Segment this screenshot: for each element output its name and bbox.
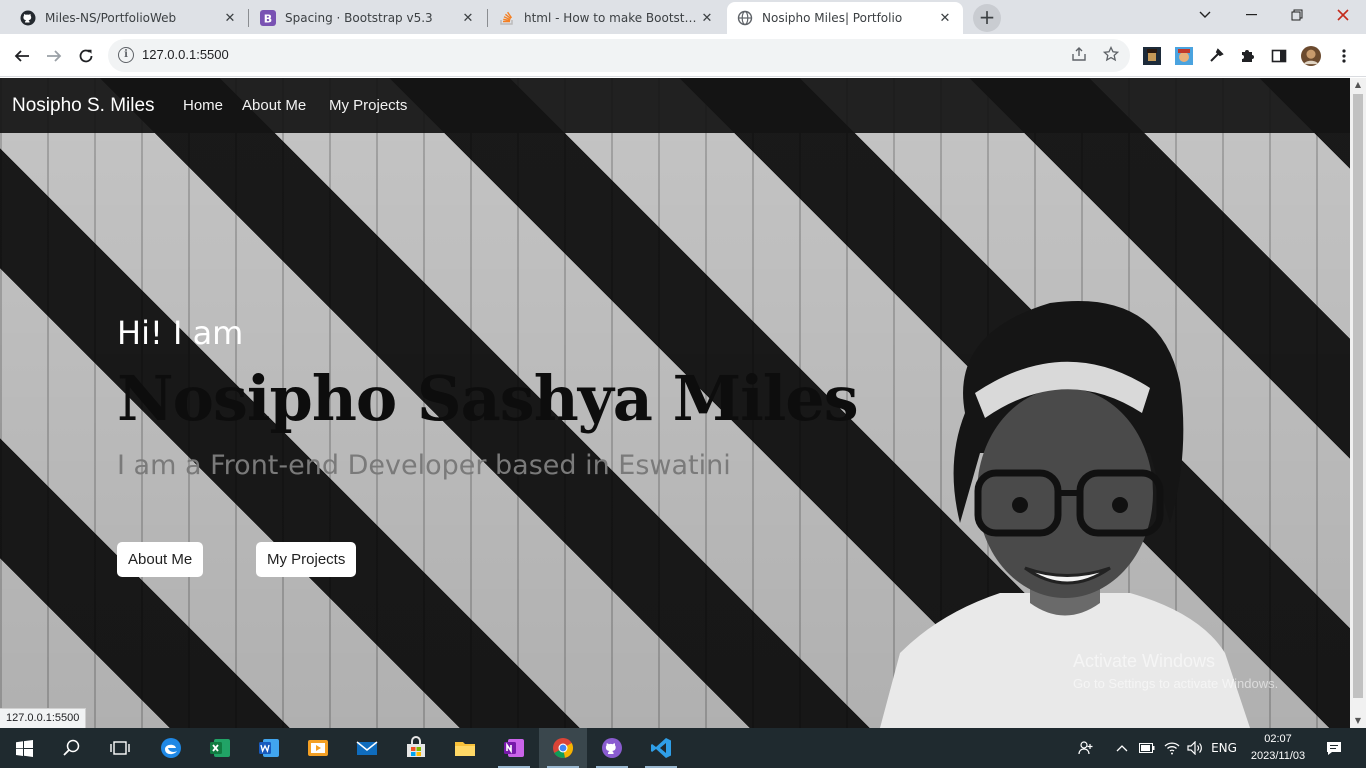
hero-name: Nosipho Sashya Miles — [117, 362, 859, 435]
stackoverflow-icon — [499, 10, 515, 26]
word-icon[interactable] — [245, 728, 293, 768]
site-navbar: Nosipho S. Miles Home About Me My Projec… — [0, 78, 1350, 133]
tray-overflow-chevron-icon[interactable] — [1112, 728, 1132, 768]
search-icon[interactable] — [48, 728, 96, 768]
nav-link-about[interactable]: About Me — [242, 97, 306, 114]
tab-portfolio[interactable]: Nosipho Miles| Portfolio ✕ — [727, 2, 963, 34]
nav-link-home[interactable]: Home — [183, 97, 223, 114]
back-icon[interactable] — [9, 43, 35, 69]
tab-separator — [248, 9, 249, 27]
tab-title: Spacing · Bootstrap v5.3 — [285, 11, 433, 25]
bookmark-star-icon[interactable] — [1102, 45, 1120, 64]
mail-icon[interactable] — [343, 728, 391, 768]
tab-title: Miles-NS/PortfolioWeb — [45, 11, 177, 25]
onenote-icon[interactable] — [490, 728, 538, 768]
close-tab-icon[interactable]: ✕ — [222, 11, 238, 26]
chrome-icon[interactable] — [539, 728, 587, 768]
share-icon[interactable] — [1070, 46, 1088, 64]
file-explorer-icon[interactable] — [441, 728, 489, 768]
scroll-up-icon[interactable]: ▲ — [1350, 78, 1366, 92]
page-scrollbar[interactable]: ▲ ▼ — [1350, 78, 1366, 728]
nav-link-projects[interactable]: My Projects — [329, 97, 407, 114]
status-url-bubble: 127.0.0.1:5500 — [0, 708, 87, 728]
profile-avatar-icon[interactable] — [1301, 46, 1321, 66]
battery-icon[interactable] — [1137, 728, 1157, 768]
task-view-icon[interactable] — [96, 728, 144, 768]
vscode-icon[interactable] — [637, 728, 685, 768]
volume-icon[interactable] — [1185, 728, 1205, 768]
page-viewport: Nosipho S. Miles Home About Me My Projec… — [0, 78, 1350, 728]
close-window-icon[interactable] — [1320, 0, 1366, 30]
clock-time: 02:07 — [1264, 733, 1292, 745]
address-bar[interactable]: i 127.0.0.1:5500 — [108, 39, 1130, 72]
browser-toolbar: i 127.0.0.1:5500 — [0, 34, 1366, 77]
new-tab-button[interactable]: + — [973, 4, 1001, 32]
github-icon — [20, 10, 36, 26]
windows-taskbar: ENG 02:07 2023/11/03 — [0, 728, 1366, 768]
start-icon[interactable] — [0, 728, 48, 768]
minimize-icon[interactable] — [1228, 0, 1274, 30]
restore-icon[interactable] — [1274, 0, 1320, 30]
clock-date: 2023/11/03 — [1250, 750, 1306, 762]
close-tab-icon[interactable]: ✕ — [699, 11, 715, 26]
scrollbar-thumb[interactable] — [1353, 94, 1363, 698]
tab-github[interactable]: Miles-NS/PortfolioWeb ✕ — [10, 2, 248, 34]
forward-icon[interactable] — [41, 43, 67, 69]
tab-bootstrap[interactable]: B Spacing · Bootstrap v5.3 ✕ — [250, 2, 486, 34]
tab-stackoverflow[interactable]: html - How to make Bootstrap c ✕ — [489, 2, 725, 34]
edge-icon[interactable] — [147, 728, 195, 768]
bootstrap-icon: B — [260, 10, 276, 26]
wifi-icon[interactable] — [1162, 728, 1182, 768]
notifications-icon[interactable] — [1320, 728, 1348, 768]
site-info-icon[interactable]: i — [118, 47, 134, 63]
tab-separator — [487, 9, 488, 27]
people-icon[interactable] — [1074, 728, 1098, 768]
scroll-down-icon[interactable]: ▼ — [1350, 714, 1366, 728]
watermark-title: Activate Windows — [1073, 651, 1216, 671]
tab-title: Nosipho Miles| Portfolio — [762, 11, 903, 25]
tab-strip: Miles-NS/PortfolioWeb ✕ B Spacing · Boot… — [0, 0, 1366, 34]
reload-icon[interactable] — [73, 43, 99, 69]
language-indicator[interactable]: ENG — [1208, 728, 1240, 768]
tab-title: html - How to make Bootstrap c — [524, 11, 699, 25]
globe-icon — [737, 10, 753, 26]
activate-windows-watermark: Activate Windows Go to Settings to activ… — [1073, 651, 1278, 691]
media-player-icon[interactable] — [294, 728, 342, 768]
extension-avatar-icon[interactable] — [1142, 46, 1162, 66]
close-tab-icon[interactable]: ✕ — [460, 11, 476, 26]
eyedropper-icon[interactable] — [1206, 46, 1226, 66]
system-clock[interactable]: 02:07 2023/11/03 — [1240, 731, 1316, 765]
chrome-menu-icon[interactable] — [1334, 46, 1354, 66]
svg-text:B: B — [264, 13, 272, 26]
site-brand[interactable]: Nosipho S. Miles — [12, 95, 155, 117]
watermark-subtitle: Go to Settings to activate Windows. — [1073, 676, 1279, 691]
extensions-puzzle-icon[interactable] — [1237, 46, 1257, 66]
store-icon[interactable] — [392, 728, 440, 768]
tab-search-icon[interactable] — [1182, 0, 1228, 30]
about-me-button[interactable]: About Me — [117, 542, 204, 577]
close-tab-icon[interactable]: ✕ — [937, 11, 953, 26]
extension-character-icon[interactable] — [1174, 46, 1194, 66]
hero-tagline: I am a Front-end Developer based in Eswa… — [117, 450, 731, 481]
excel-icon[interactable] — [196, 728, 244, 768]
address-url[interactable]: 127.0.0.1:5500 — [142, 47, 229, 62]
my-projects-button[interactable]: My Projects — [256, 542, 357, 577]
hero-greeting: Hi! I am — [117, 314, 244, 352]
side-panel-icon[interactable] — [1269, 46, 1289, 66]
github-desktop-icon[interactable] — [588, 728, 636, 768]
